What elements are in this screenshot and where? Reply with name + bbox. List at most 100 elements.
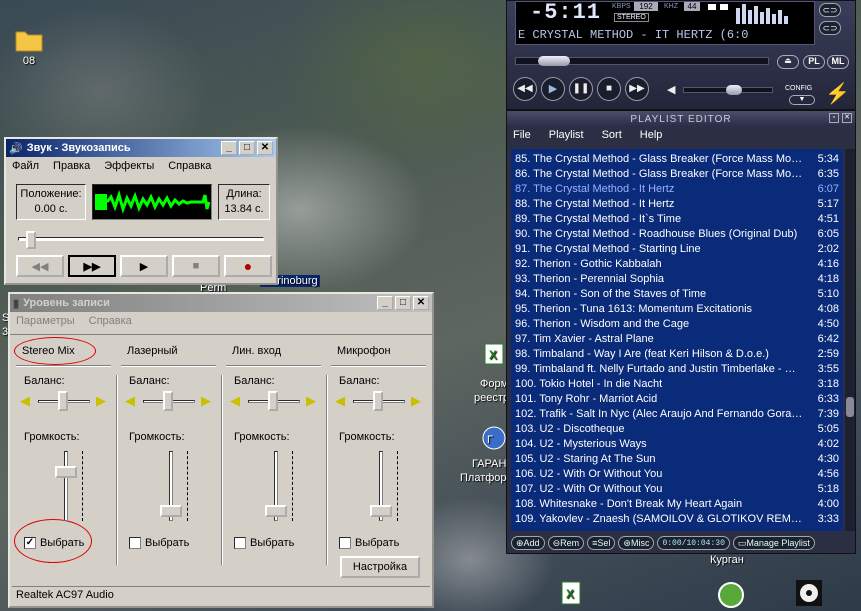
playlist-item[interactable]: 85. The Crystal Method - Glass Breaker (… xyxy=(511,152,843,167)
desktop-green-app-icon[interactable] xyxy=(716,580,746,611)
desktop-media-icon[interactable] xyxy=(794,578,824,611)
volume-thumb[interactable] xyxy=(160,504,182,517)
checkbox-box[interactable] xyxy=(339,537,351,550)
ml-button[interactable]: ML xyxy=(827,55,849,69)
close-button[interactable]: ✕ xyxy=(842,113,852,123)
playlist-item[interactable]: 99. Timbaland ft. Nelly Furtado and Just… xyxy=(511,362,843,377)
volume-thumb[interactable] xyxy=(55,466,77,478)
time-readout[interactable]: -5:11 xyxy=(530,0,601,25)
pl-menu-help[interactable]: Help xyxy=(640,129,663,143)
toggle-button[interactable]: ⊂⊃ xyxy=(819,3,841,17)
misc-button[interactable]: ⊛ Misc xyxy=(618,536,655,550)
checkbox-box[interactable] xyxy=(234,537,246,550)
playlist-item[interactable]: 107. U2 - With Or Without You 5:18 xyxy=(511,482,843,497)
recorder-titlebar[interactable]: 🔊 Звук - Звукозапись _ □ ✕ xyxy=(6,139,276,157)
eject-button[interactable]: ⏏ xyxy=(777,55,799,69)
playlist-item[interactable]: 88. The Crystal Method - It Hertz 5:17 xyxy=(511,197,843,212)
fast-forward-button[interactable]: ▶▶ xyxy=(68,255,116,277)
manage-playlist-button[interactable]: ▭ Manage Playlist xyxy=(732,536,815,550)
playlist-item[interactable]: 95. Therion - Tuna 1613: Momentum Excita… xyxy=(511,302,843,317)
balance-thumb[interactable] xyxy=(373,391,383,411)
seek-slider[interactable] xyxy=(18,231,264,249)
desktop-excel-icon-2[interactable]: X xyxy=(560,580,582,609)
volume-slider[interactable] xyxy=(256,447,296,531)
play-button[interactable]: ▶ xyxy=(541,77,565,101)
playlist-item[interactable]: 86. The Crystal Method - Glass Breaker (… xyxy=(511,167,843,182)
menu-file[interactable]: Файл xyxy=(12,160,39,172)
playlist-item[interactable]: 100. Tokio Hotel - In die Nacht 3:18 xyxy=(511,377,843,392)
playlist-item[interactable]: 105. U2 - Staring At The Sun 4:30 xyxy=(511,452,843,467)
previous-button[interactable]: ◀◀ xyxy=(513,77,537,101)
pl-button[interactable]: PL xyxy=(803,55,825,69)
playlist-item[interactable]: 93. Therion - Perennial Sophia 4:18 xyxy=(511,272,843,287)
pl-menu-sort[interactable]: Sort xyxy=(602,129,622,143)
menu-edit[interactable]: Правка xyxy=(53,160,90,172)
playlist-item[interactable]: 91. The Crystal Method - Starting Line 2:… xyxy=(511,242,843,257)
scroll-thumb[interactable] xyxy=(846,397,854,417)
volume-thumb[interactable] xyxy=(726,85,742,95)
playlist-item[interactable]: 94. Therion - Son of the Staves of Time 5… xyxy=(511,287,843,302)
pl-menu-playlist[interactable]: Playlist xyxy=(549,129,584,143)
play-button[interactable]: ▶ xyxy=(120,255,168,277)
minimize-button[interactable]: _ xyxy=(377,296,393,310)
playlist-item[interactable]: 90. The Crystal Method - Roadhouse Blues… xyxy=(511,227,843,242)
shade-button[interactable]: ▫ xyxy=(829,113,839,123)
playlist-item[interactable]: 98. Timbaland - Way I Are (feat Keri Hil… xyxy=(511,347,843,362)
playlist-item[interactable]: 92. Therion - Gothic Kabbalah 4:16 xyxy=(511,257,843,272)
rewind-button[interactable]: ◀◀ xyxy=(16,255,64,277)
playlist-titlebar[interactable]: PLAYLIST EDITOR ▫ ✕ xyxy=(507,111,855,127)
maximize-button[interactable]: □ xyxy=(395,296,411,310)
checkbox-box[interactable]: ✓ xyxy=(24,537,36,550)
menu-options[interactable]: Параметры xyxy=(16,315,75,327)
volume-slider[interactable] xyxy=(151,447,191,531)
volume-slider[interactable] xyxy=(361,447,401,531)
seek-bar[interactable] xyxy=(515,56,769,66)
balance-thumb[interactable] xyxy=(163,391,173,411)
pl-menu-file[interactable]: File xyxy=(513,129,531,143)
add-button[interactable]: ⊕ Add xyxy=(511,536,545,550)
stop-button[interactable]: ■ xyxy=(172,255,220,277)
balance-slider[interactable]: ◀ ▶ xyxy=(20,391,108,413)
maximize-button[interactable]: □ xyxy=(239,141,255,155)
playlist-scrollbar[interactable] xyxy=(845,149,855,531)
mixer-titlebar[interactable]: ▮ Уровень записи _ □ ✕ xyxy=(10,294,432,312)
stop-button[interactable]: ■ xyxy=(597,77,621,101)
menu-help[interactable]: Справка xyxy=(89,315,132,327)
volume-icon[interactable]: ◀ xyxy=(667,83,675,96)
desktop-garant-icon[interactable]: Г xyxy=(480,425,508,453)
playlist-item[interactable]: 96. Therion - Wisdom and the Cage 4:50 xyxy=(511,317,843,332)
volume-thumb[interactable] xyxy=(370,504,392,517)
select-checkbox[interactable]: ✓ Выбрать xyxy=(24,537,84,550)
toggle-button-2[interactable]: ⊂⊃ xyxy=(819,21,841,35)
balance-slider[interactable]: ◀ ▶ xyxy=(230,391,318,413)
config-dropdown[interactable]: ▼ xyxy=(789,95,815,105)
playlist-item[interactable]: 101. Tony Rohr - Marriot Acid 6:33 xyxy=(511,392,843,407)
close-button[interactable]: ✕ xyxy=(257,141,273,155)
balance-slider[interactable]: ◀ ▶ xyxy=(335,391,423,413)
select-button[interactable]: ≡ Sel xyxy=(587,536,616,550)
playlist-item[interactable]: 89. The Crystal Method - It`s Time 4:51 xyxy=(511,212,843,227)
balance-thumb[interactable] xyxy=(268,391,278,411)
playlist-item[interactable]: 103. U2 - Discotheque 5:05 xyxy=(511,422,843,437)
close-button[interactable]: ✕ xyxy=(413,296,429,310)
desktop-excel-icon[interactable]: X xyxy=(480,342,508,370)
playlist-item[interactable]: 102. Trafik - Salt In Nyc (Alec Araujo A… xyxy=(511,407,843,422)
volume-slider[interactable] xyxy=(46,447,86,531)
balance-slider[interactable]: ◀ ▶ xyxy=(125,391,213,413)
winamp-logo-icon[interactable]: ⚡ xyxy=(825,81,850,106)
pause-button[interactable]: ❚❚ xyxy=(569,77,593,101)
playlist-item[interactable]: 109. Yakovlev - Znaesh (SAMOILOV & GLOTI… xyxy=(511,512,843,527)
select-checkbox[interactable]: Выбрать xyxy=(339,537,399,550)
menu-effects[interactable]: Эффекты xyxy=(104,160,154,172)
playlist-item[interactable]: 104. U2 - Mysterious Ways 4:02 xyxy=(511,437,843,452)
record-button[interactable]: ● xyxy=(224,255,272,277)
playlist-item[interactable]: 97. Tim Xavier - Astral Plane 6:42 xyxy=(511,332,843,347)
checkbox-box[interactable] xyxy=(129,537,141,550)
menu-help[interactable]: Справка xyxy=(168,160,211,172)
minimize-button[interactable]: _ xyxy=(221,141,237,155)
volume-slider[interactable] xyxy=(683,85,773,95)
seek-thumb[interactable] xyxy=(538,56,570,66)
playlist-item[interactable]: 106. U2 - With Or Without You 4:56 xyxy=(511,467,843,482)
select-checkbox[interactable]: Выбрать xyxy=(234,537,294,550)
next-button[interactable]: ▶▶ xyxy=(625,77,649,101)
